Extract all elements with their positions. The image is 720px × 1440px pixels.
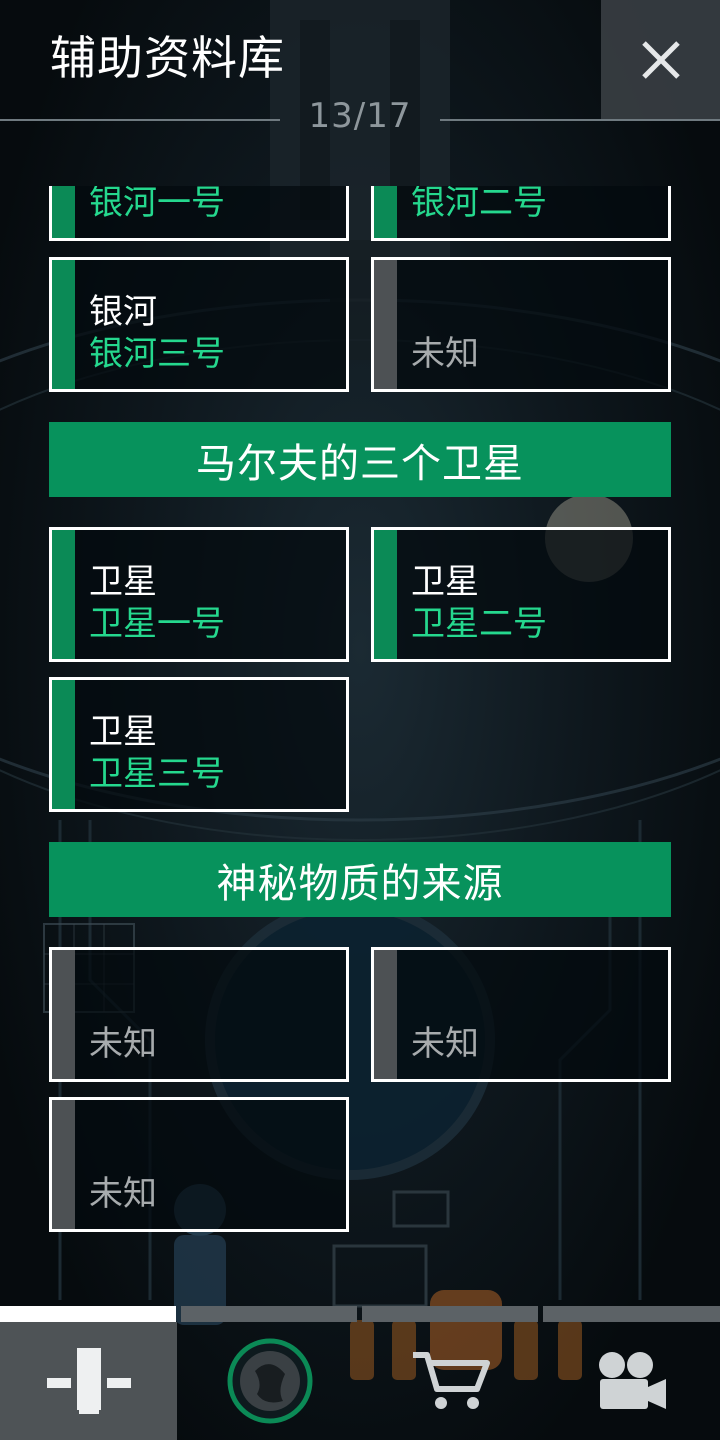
planet-icon xyxy=(227,1338,312,1424)
video-camera-icon xyxy=(598,1352,666,1409)
section-header-matter: 神秘物质的来源 xyxy=(49,842,671,917)
card-stripe xyxy=(374,950,397,1079)
card-stripe xyxy=(52,1100,75,1229)
archive-card[interactable]: 银河一号 xyxy=(49,186,349,241)
header-divider-left xyxy=(0,119,280,121)
nav-indicator xyxy=(543,1306,720,1322)
card-stripe xyxy=(374,186,397,238)
archive-card[interactable]: 银河 银河三号 xyxy=(49,257,349,392)
archive-card[interactable]: 卫星 卫星三号 xyxy=(49,677,349,812)
card-name: 银河三号 xyxy=(89,334,225,374)
archive-card-locked[interactable]: 未知 xyxy=(371,257,671,392)
nav-tab-planet[interactable] xyxy=(181,1322,358,1440)
card-name: 未知 xyxy=(411,1024,479,1064)
archive-card[interactable]: 卫星 卫星一号 xyxy=(49,527,349,662)
archive-card[interactable]: 卫星 卫星二号 xyxy=(371,527,671,662)
page-indicator: 13/17 xyxy=(308,96,412,136)
header: 辅助资料库 13/17 xyxy=(0,0,720,136)
card-stripe xyxy=(52,680,75,809)
card-name: 卫星二号 xyxy=(411,604,547,644)
header-divider-right xyxy=(440,119,720,121)
card-name: 未知 xyxy=(89,1024,157,1064)
archive-list[interactable]: 银河一号 银河二号 银河 银河三号 未知 马尔夫的三个卫星 卫星 卫星一号 卫星… xyxy=(0,186,720,1296)
nav-tab-shop[interactable] xyxy=(362,1322,539,1440)
tower-icon xyxy=(46,1348,131,1414)
card-name: 未知 xyxy=(89,1174,157,1214)
card-name: 卫星一号 xyxy=(89,604,225,644)
section-header-satellites: 马尔夫的三个卫星 xyxy=(49,422,671,497)
card-stripe xyxy=(52,186,75,238)
card-name: 银河二号 xyxy=(411,186,547,223)
card-stripe xyxy=(52,260,75,389)
archive-card-locked[interactable]: 未知 xyxy=(371,947,671,1082)
archive-card-locked[interactable]: 未知 xyxy=(49,1097,349,1232)
archive-card[interactable]: 银河二号 xyxy=(371,186,671,241)
nav-indicator-active xyxy=(0,1306,176,1322)
card-stripe xyxy=(374,530,397,659)
card-stripe xyxy=(52,530,75,659)
cart-icon xyxy=(412,1352,490,1409)
nav-indicator xyxy=(181,1306,357,1322)
card-name: 银河一号 xyxy=(89,186,225,223)
nav-indicator xyxy=(362,1306,538,1322)
nav-tab-tower[interactable] xyxy=(0,1322,177,1440)
card-name: 未知 xyxy=(411,334,479,374)
archive-card-locked[interactable]: 未知 xyxy=(49,947,349,1082)
card-stripe xyxy=(52,950,75,1079)
page-title: 辅助资料库 xyxy=(50,31,285,85)
card-name: 卫星三号 xyxy=(89,754,225,794)
nav-tab-video[interactable] xyxy=(543,1322,720,1440)
bottom-nav xyxy=(0,1306,720,1440)
close-button[interactable] xyxy=(601,0,720,120)
card-stripe xyxy=(374,260,397,389)
close-icon xyxy=(641,41,680,79)
